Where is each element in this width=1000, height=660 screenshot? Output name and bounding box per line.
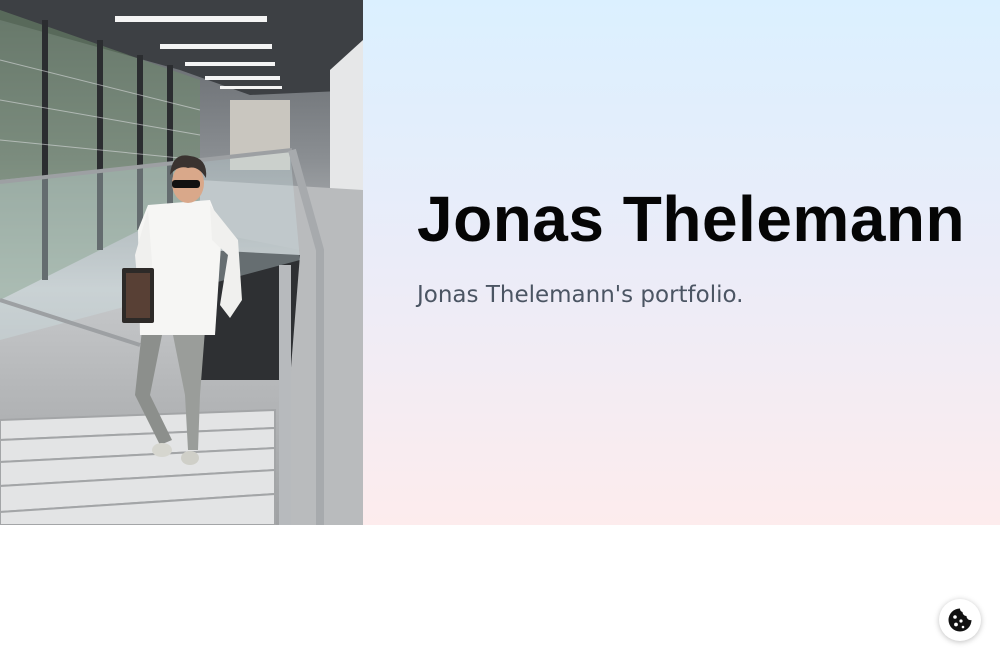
page-title: Jonas Thelemann: [417, 183, 966, 255]
portrait-photo: [0, 0, 363, 525]
staircase-illustration: [0, 0, 363, 525]
cookie-settings-button[interactable]: [939, 599, 981, 641]
intro-panel: Jonas Thelemann Jonas Thelemann's portfo…: [363, 0, 1000, 525]
hero-section: Jonas Thelemann Jonas Thelemann's portfo…: [0, 0, 1000, 525]
page-subtitle: Jonas Thelemann's portfolio.: [417, 282, 744, 308]
cookie-icon: [948, 608, 972, 632]
